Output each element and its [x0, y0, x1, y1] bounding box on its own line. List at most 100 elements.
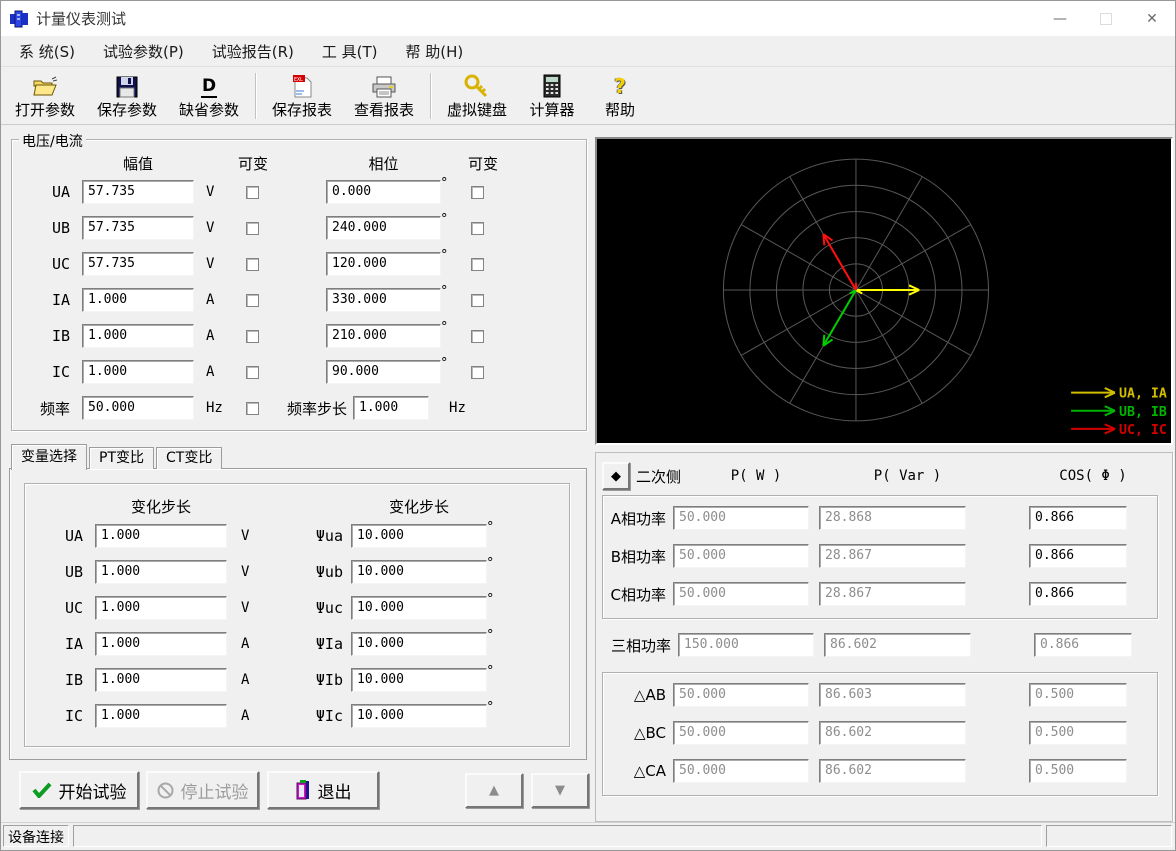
frequency-variable-checkbox[interactable]	[246, 402, 259, 415]
default-params-button[interactable]: D 缺省参数	[168, 68, 250, 123]
psi-label: Ψub	[299, 563, 351, 581]
ia-phase-field[interactable]: 330.000	[326, 288, 441, 312]
view-report-button[interactable]: 查看报表	[343, 68, 425, 123]
psi-ub-step-field[interactable]: 10.000	[351, 560, 487, 584]
degree-label: °	[487, 556, 507, 571]
ic-amplitude-variable-checkbox[interactable]	[246, 366, 259, 379]
help-button[interactable]: ? 帮助	[586, 68, 654, 123]
printer-icon	[372, 72, 396, 98]
psi-ib-step-field[interactable]: 10.000	[351, 668, 487, 692]
uc-amplitude-field[interactable]: 57.735	[82, 252, 194, 276]
ia-amplitude-variable-checkbox[interactable]	[246, 294, 259, 307]
psi-uc-step-field[interactable]: 10.000	[351, 596, 487, 620]
ia-phase-variable-checkbox[interactable]	[471, 294, 484, 307]
secondary-header-row: ◆ 二次侧 P( W ) P( Var ) COS( Φ )	[602, 457, 1158, 495]
degree-label: °	[441, 176, 463, 191]
p-var-header: P( Var )	[834, 468, 981, 484]
menu-item-tools[interactable]: 工 具(T)	[308, 37, 392, 66]
scroll-down-button[interactable]: ▼	[531, 773, 589, 808]
toolbar-button-label: 保存参数	[97, 99, 157, 120]
calculator-button[interactable]: 计算器	[518, 68, 586, 123]
frequency-row: 频率 50.000 Hz 频率步长 1.000 Hz	[12, 390, 586, 426]
ib-amplitude-variable-checkbox[interactable]	[246, 330, 259, 343]
ua-step-field[interactable]: 1.000	[95, 524, 227, 548]
virtual-keyboard-button[interactable]: 虚拟键盘	[436, 68, 518, 123]
scroll-up-button[interactable]: ▲	[465, 773, 523, 808]
phase-c-cos-field: 0.866	[1029, 582, 1127, 606]
window-title: 计量仪表测试	[36, 8, 126, 29]
frequency-step-field[interactable]: 1.000	[353, 396, 429, 420]
down-arrow-icon: ▼	[555, 783, 565, 798]
tab-ct-ratio[interactable]: CT变比	[156, 447, 222, 469]
degree-label: °	[441, 356, 463, 371]
step-header-right: 变化步长	[351, 496, 487, 517]
stop-test-button[interactable]: 停止试验	[146, 771, 259, 809]
uc-phase-variable-checkbox[interactable]	[471, 258, 484, 271]
ib-phase-variable-checkbox[interactable]	[471, 330, 484, 343]
uc-phase-field[interactable]: 120.000	[326, 252, 441, 276]
unit-label: V	[194, 256, 238, 272]
menu-item-test-params[interactable]: 试验参数(P)	[89, 37, 198, 66]
vc-row-ia: IA 1.000 A 330.000 °	[12, 282, 586, 318]
open-params-button[interactable]: 打开参数	[4, 68, 86, 123]
menu-item-system[interactable]: 系 统(S)	[5, 37, 89, 66]
ub-phase-variable-checkbox[interactable]	[471, 222, 484, 235]
secondary-title: 二次侧	[636, 466, 681, 487]
tab-pt-ratio[interactable]: PT变比	[89, 447, 154, 469]
unit-label: A	[227, 672, 273, 688]
ua-amplitude-variable-checkbox[interactable]	[246, 186, 259, 199]
ua-phase-variable-checkbox[interactable]	[471, 186, 484, 199]
frequency-label: 频率	[18, 398, 82, 419]
row-label: △BC	[603, 724, 673, 742]
ib-phase-field[interactable]: 210.000	[326, 324, 441, 348]
ia-amplitude-field[interactable]: 1.000	[82, 288, 194, 312]
toolbar-button-label: 帮助	[605, 99, 635, 120]
svg-text:EXL: EXL	[294, 77, 303, 83]
ic-amplitude-field[interactable]: 1.000	[82, 360, 194, 384]
check-icon	[32, 782, 52, 798]
save-report-button[interactable]: EXL 保存报表	[261, 68, 343, 123]
diamond-button[interactable]: ◆	[602, 462, 630, 490]
uc-amplitude-variable-checkbox[interactable]	[246, 258, 259, 271]
exit-button[interactable]: 退出	[267, 771, 379, 809]
ub-amplitude-variable-checkbox[interactable]	[246, 222, 259, 235]
menu-item-help[interactable]: 帮 助(H)	[392, 37, 478, 66]
phasor-legend-label: UA, IA	[1119, 387, 1167, 402]
maximize-button[interactable]	[1083, 1, 1129, 36]
ia-step-field[interactable]: 1.000	[95, 632, 227, 656]
frequency-field[interactable]: 50.000	[82, 396, 194, 420]
ic-phase-field[interactable]: 90.000	[326, 360, 441, 384]
ub-amplitude-field[interactable]: 57.735	[82, 216, 194, 240]
ua-amplitude-field[interactable]: 57.735	[82, 180, 194, 204]
ub-phase-field[interactable]: 240.000	[326, 216, 441, 240]
vc-row-ua: UA 57.735 V 0.000 °	[12, 174, 586, 210]
vc-row-ub: UB 57.735 V 240.000 °	[12, 210, 586, 246]
psi-ia-step-field[interactable]: 10.000	[351, 632, 487, 656]
row-label: 三相功率	[602, 635, 678, 656]
close-button[interactable]: ✕	[1129, 1, 1175, 36]
ic-step-field[interactable]: 1.000	[95, 704, 227, 728]
unit-label: A	[194, 364, 238, 380]
ub-step-field[interactable]: 1.000	[95, 560, 227, 584]
ib-step-field[interactable]: 1.000	[95, 668, 227, 692]
ib-amplitude-field[interactable]: 1.000	[82, 324, 194, 348]
menu-item-test-report[interactable]: 试验报告(R)	[198, 37, 308, 66]
psi-ua-step-field[interactable]: 10.000	[351, 524, 487, 548]
ic-phase-variable-checkbox[interactable]	[471, 366, 484, 379]
delta-bc-p-field: 50.000	[673, 721, 809, 745]
ua-phase-field[interactable]: 0.000	[326, 180, 441, 204]
row-label: UC	[18, 255, 82, 273]
degree-label: °	[487, 664, 507, 679]
row-label: IA	[18, 291, 82, 309]
unit-label: A	[194, 328, 238, 344]
psi-ic-step-field[interactable]: 10.000	[351, 704, 487, 728]
tab-strip: 变量选择PT变比CT变比	[11, 444, 589, 469]
tab-variable-select[interactable]: 变量选择	[11, 444, 87, 470]
line-power-groupbox: △AB 50.000 86.603 0.500 △BC 50.000 86.60…	[602, 672, 1158, 796]
save-params-button[interactable]: 保存参数	[86, 68, 168, 123]
start-test-button[interactable]: 开始试验	[19, 771, 139, 809]
minimize-button[interactable]: —	[1037, 1, 1083, 36]
default-d-icon: D	[201, 72, 217, 98]
uc-step-field[interactable]: 1.000	[95, 596, 227, 620]
stop-test-label: 停止试验	[181, 778, 249, 803]
